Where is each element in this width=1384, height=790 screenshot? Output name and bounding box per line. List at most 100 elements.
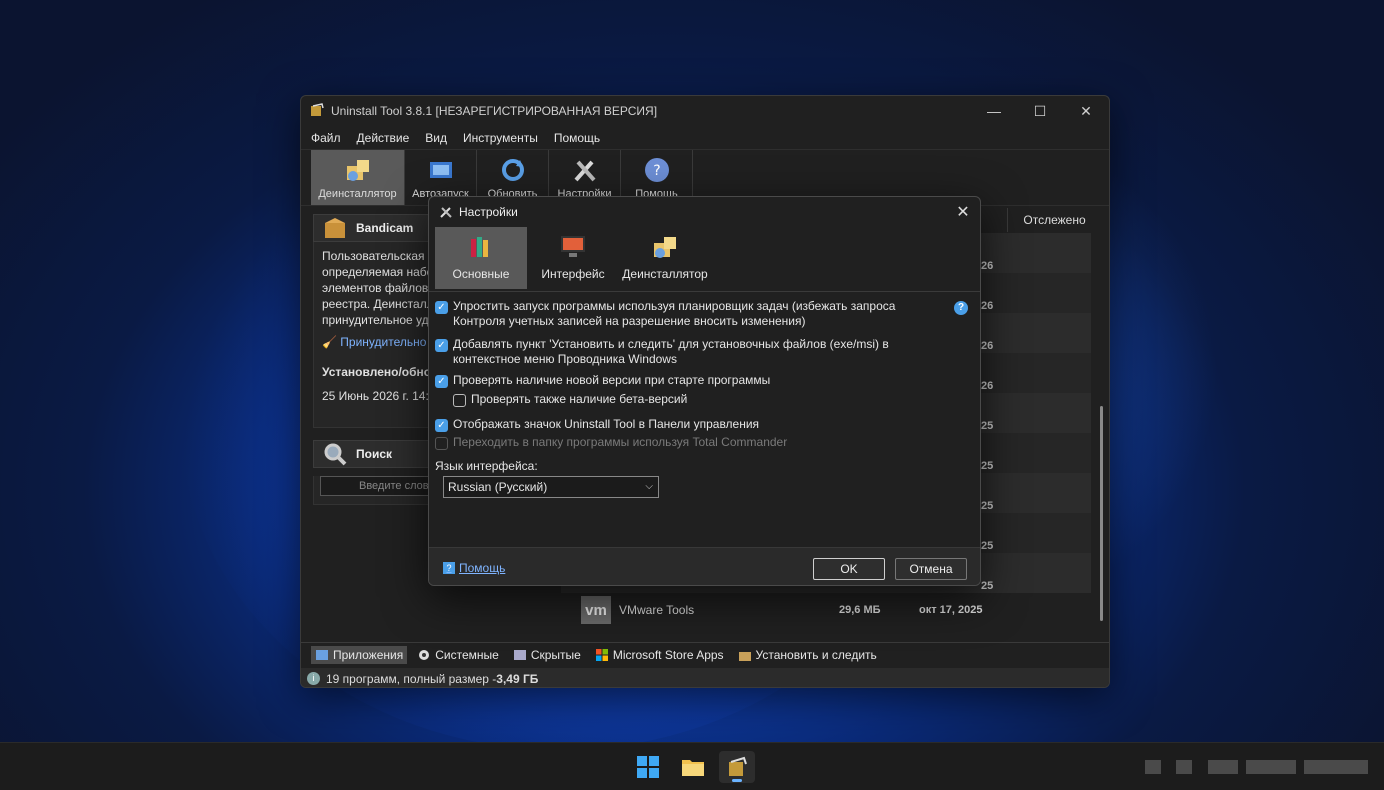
monitor-icon: [561, 236, 585, 257]
toolbar-uninstaller-button[interactable]: Деинсталлятор: [311, 150, 405, 205]
checkbox-total-commander: [435, 437, 448, 450]
cancel-button[interactable]: Отмена: [895, 558, 967, 580]
tab-store-apps[interactable]: Microsoft Store Apps: [591, 646, 728, 664]
help-icon: ?: [443, 562, 455, 574]
vmware-logo-icon: vm: [581, 596, 611, 624]
uninstaller-icon: [654, 237, 676, 258]
checkbox-check-beta[interactable]: [453, 394, 466, 407]
table-cell: 25: [981, 420, 994, 432]
window-title: Uninstall Tool 3.8.1 [НЕЗАРЕГИСТРИРОВАНН…: [331, 104, 658, 118]
tab-install-and-track[interactable]: Установить и следить: [734, 646, 881, 664]
menu-tools[interactable]: Инструменты: [463, 131, 538, 145]
refresh-icon: [501, 159, 524, 181]
table-cell: 26: [981, 300, 994, 312]
close-button[interactable]: ✕: [1063, 96, 1109, 126]
list-scrollbar[interactable]: [1100, 406, 1103, 621]
search-title: Поиск: [356, 447, 393, 461]
option-check-updates[interactable]: ✓ Проверять наличие новой версии при ста…: [435, 373, 770, 388]
start-button[interactable]: [630, 751, 666, 783]
tray-icon[interactable]: [1176, 760, 1192, 774]
uninstall-tool-icon: [729, 756, 747, 776]
tab-uninstaller[interactable]: Деинсталлятор: [619, 227, 711, 289]
box-icon: [325, 218, 345, 238]
language-select[interactable]: Russian (Русский) ⌵: [443, 476, 659, 498]
menu-file[interactable]: Файл: [311, 131, 341, 145]
menu-action[interactable]: Действие: [357, 131, 410, 145]
autorun-icon: [429, 162, 452, 178]
books-icon: [471, 237, 488, 257]
active-indicator: [732, 779, 742, 782]
tab-interface[interactable]: Интерфейс: [527, 227, 619, 289]
tab-general[interactable]: Основные: [435, 227, 527, 289]
help-link[interactable]: ? Помощь: [443, 561, 505, 575]
app-icon: [311, 103, 324, 116]
uninstall-tool-taskbar-button[interactable]: [719, 751, 755, 783]
dialog-title: Настройки: [459, 205, 518, 219]
maximize-button[interactable]: ☐: [1017, 96, 1063, 126]
title-bar[interactable]: Uninstall Tool 3.8.1 [НЕЗАРЕГИСТРИРОВАНН…: [301, 96, 1109, 126]
checkbox-context-menu[interactable]: ✓: [435, 339, 448, 352]
info-icon: i: [307, 672, 320, 685]
chevron-down-icon: ⌵: [645, 481, 653, 492]
option-check-beta[interactable]: Проверять также наличие бета-версий: [453, 392, 687, 407]
language-label: Язык интерфейса:: [435, 459, 538, 473]
gear-icon: [419, 649, 430, 660]
magnifier-icon: [324, 443, 347, 466]
status-text: 19 программ, полный размер -: [326, 671, 497, 686]
table-cell: 26: [981, 260, 994, 272]
tray-icon[interactable]: [1246, 760, 1296, 774]
app-name-cell: VMware Tools: [619, 603, 695, 617]
taskbar: [0, 742, 1384, 790]
language-value: Russian (Русский): [448, 480, 548, 494]
table-cell: 26: [981, 380, 994, 392]
table-cell: 25: [981, 540, 994, 552]
uninstaller-icon: [346, 160, 369, 181]
checkbox-control-panel-icon[interactable]: ✓: [435, 419, 448, 432]
table-cell: 26: [981, 340, 994, 352]
menu-bar: Файл Действие Вид Инструменты Помощь: [301, 126, 1109, 150]
tools-icon: [440, 207, 452, 218]
broom-icon: 🧹: [322, 335, 337, 349]
tray-clock[interactable]: [1304, 760, 1368, 774]
size-cell: 29,6 МБ: [839, 604, 881, 616]
folder-icon: [682, 760, 704, 776]
hidden-icon: [513, 649, 526, 660]
option-total-commander: Переходить в папку программы используя T…: [435, 435, 787, 450]
table-cell: 25: [981, 500, 994, 512]
option-control-panel-icon[interactable]: ✓ Отображать значок Uninstall Tool в Пан…: [435, 417, 759, 432]
applications-icon: [316, 649, 328, 660]
tray-icon[interactable]: [1145, 760, 1161, 774]
file-explorer-button[interactable]: [675, 751, 711, 783]
option-context-menu[interactable]: ✓ Добавлять пункт 'Установить и следить'…: [435, 337, 889, 367]
option-task-scheduler[interactable]: ✓ Упростить запуск программы используя п…: [435, 299, 895, 329]
windows-logo-icon: [637, 756, 659, 778]
status-bar: i 19 программ, полный размер - 3,49 ГБ: [301, 668, 1109, 687]
tab-hidden[interactable]: Скрытые: [509, 646, 585, 664]
dialog-footer: ? Помощь OK Отмена: [429, 547, 980, 585]
install-track-icon: [738, 651, 751, 661]
menu-view[interactable]: Вид: [425, 131, 447, 145]
svg-text:?: ?: [653, 163, 660, 179]
checkbox-check-updates[interactable]: ✓: [435, 375, 448, 388]
tab-applications[interactable]: Приложения: [311, 645, 408, 664]
tab-system[interactable]: Системные: [413, 646, 503, 664]
minimize-button[interactable]: —: [971, 96, 1017, 126]
tray-icon[interactable]: [1208, 760, 1238, 774]
checkbox-task-scheduler[interactable]: ✓: [435, 301, 448, 314]
divider: [429, 291, 980, 292]
help-icon: ?: [644, 158, 669, 182]
status-size: 3,49 ГБ: [496, 671, 539, 686]
option-help-icon[interactable]: ?: [954, 301, 968, 315]
menu-help[interactable]: Помощь: [554, 131, 600, 145]
dialog-tabs: Основные Интерфейс Деинсталлятор: [429, 227, 980, 289]
column-header-tracked[interactable]: Отслежено: [1007, 208, 1101, 232]
table-row[interactable]: vm VMware Tools 29,6 МБ окт 17, 2025: [581, 592, 1001, 628]
ok-button[interactable]: OK: [813, 558, 885, 580]
dialog-title-bar[interactable]: Настройки ✕: [429, 197, 980, 227]
dialog-close-button[interactable]: ✕: [946, 197, 980, 227]
table-cell: 25: [981, 460, 994, 472]
date-cell: окт 17, 2025: [919, 604, 983, 616]
settings-dialog: Настройки ✕ Основные Интерфейс Деинсталл…: [428, 196, 981, 586]
selected-app-name: Bandicam: [356, 221, 414, 235]
tools-icon: [574, 160, 595, 182]
